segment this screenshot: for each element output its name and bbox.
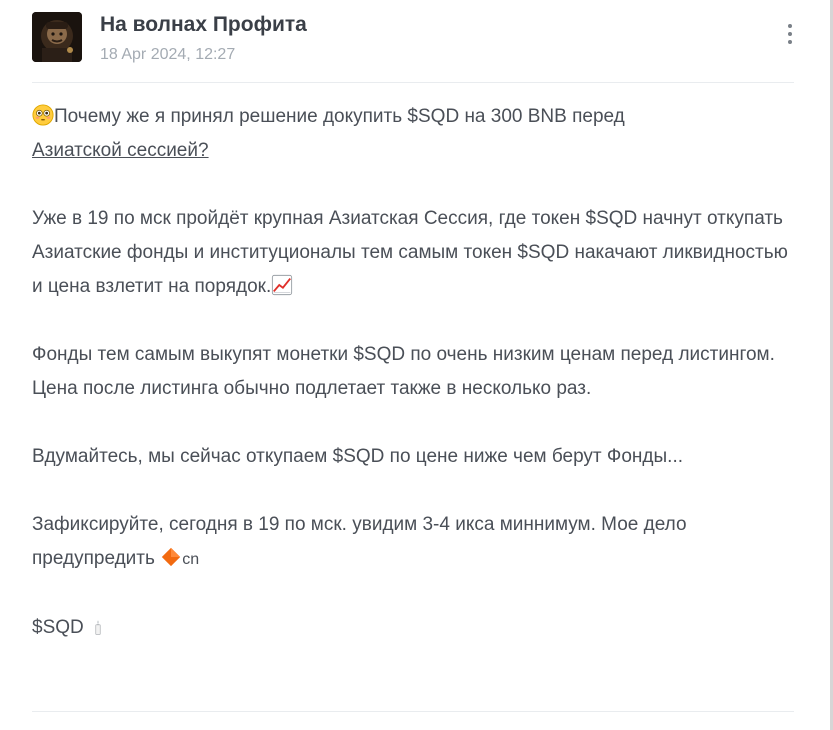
- paragraph-1-text: Почему же я принял решение докупить $SQD…: [54, 106, 625, 127]
- flushed-face-icon: [32, 104, 54, 126]
- post-divider: [32, 711, 794, 712]
- paragraph-3: Фонды тем самым выкупят монетки $SQD по …: [32, 344, 775, 399]
- more-vertical-icon[interactable]: [782, 22, 798, 52]
- paragraph-1: Почему же я принял решение докупить $SQD…: [32, 100, 802, 168]
- channel-name[interactable]: На волнах Профита: [100, 13, 307, 37]
- post-body: Почему же я принял решение докупить $SQD…: [32, 100, 802, 679]
- paragraph-5-suffix: cn: [182, 551, 200, 568]
- paragraph-5-text: Зафиксируйте, сегодня в 19 по мск. увиди…: [32, 514, 687, 569]
- paragraph-5: Зафиксируйте, сегодня в 19 по мск. увиди…: [32, 508, 802, 577]
- post-header: На волнах Профита 18 Apr 2024, 12:27: [32, 12, 794, 83]
- post-date: 18 Apr 2024, 12:27: [100, 46, 236, 63]
- paragraph-6: $SQD: [32, 611, 802, 645]
- avatar[interactable]: [32, 12, 82, 62]
- chart-increasing-icon: [272, 274, 293, 296]
- asian-session-link[interactable]: Азиатской сессией?: [32, 140, 209, 161]
- avatar-image: [32, 12, 82, 62]
- paragraph-2-text: Уже в 19 по мск пройдёт крупная Азиатска…: [32, 208, 788, 297]
- paragraph-6-text: $SQD: [32, 617, 84, 638]
- orange-diamond-icon: [162, 547, 181, 567]
- candle-icon: [95, 620, 101, 635]
- paragraph-2: Уже в 19 по мск пройдёт крупная Азиатска…: [32, 202, 802, 304]
- paragraph-4: Вдумайтесь, мы сейчас откупаем $SQD по ц…: [32, 446, 684, 467]
